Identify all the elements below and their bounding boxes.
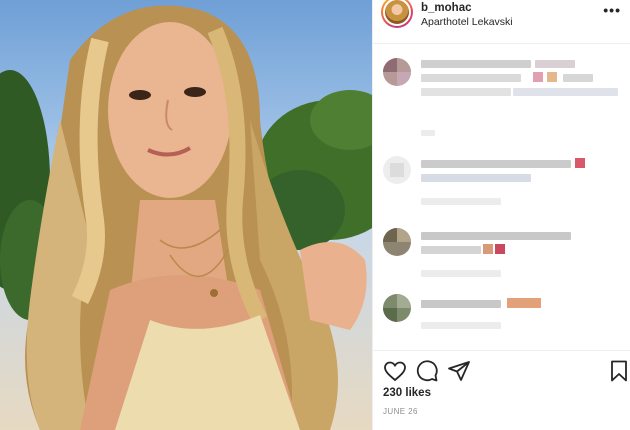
comment-text-obscured [421,232,571,240]
comment-meta-obscured [421,270,501,277]
comment-avatar[interactable] [383,294,411,322]
post-date[interactable]: JUNE 26 [383,407,418,416]
comment-text-obscured [513,88,618,96]
likes-count[interactable]: 230 likes [383,387,431,399]
post-photo[interactable] [0,0,372,430]
emoji-obscured [547,72,557,82]
comment-text-obscured [535,60,575,68]
emoji-obscured [533,72,543,82]
bookmark-icon[interactable] [607,359,630,383]
heart-icon[interactable] [383,359,407,383]
comment-avatar[interactable] [383,156,411,184]
comments-list [373,44,630,350]
comment-meta-obscured [421,198,501,205]
comment-text-obscured [421,88,511,96]
comment-meta-obscured [421,130,435,136]
comment-text-obscured [421,60,531,68]
post-side-panel: b_mohac Aparthotel Lekavski ••• 230 like… [372,0,630,430]
comment-meta-obscured [421,322,501,329]
comment-avatar[interactable] [383,58,411,86]
post-actions: 230 likes JUNE 26 [373,350,630,430]
comment-text-obscured [421,246,481,254]
comment-avatar[interactable] [383,228,411,256]
comment-icon[interactable] [415,359,439,383]
avatar[interactable] [383,0,411,26]
comment-item [373,156,630,226]
comment-text-obscured [421,160,571,168]
share-icon[interactable] [447,359,471,383]
comment-text-obscured [563,74,593,82]
comment-text-obscured [421,74,521,82]
emoji-obscured [495,244,505,254]
emoji-obscured [483,244,493,254]
comment-item [373,58,630,148]
emoji-obscured [507,298,541,308]
emoji-obscured [575,158,585,168]
comment-item [373,228,630,288]
username-link[interactable]: b_mohac [421,2,472,14]
comment-text-obscured [421,300,501,308]
selfie-image [0,5,372,430]
comment-text-obscured [421,174,531,182]
post-header: b_mohac Aparthotel Lekavski ••• [373,0,630,44]
story-ring[interactable] [381,0,413,28]
more-dots-icon[interactable]: ••• [603,2,621,18]
comment-item [373,294,630,350]
location-link[interactable]: Aparthotel Lekavski [421,16,513,28]
